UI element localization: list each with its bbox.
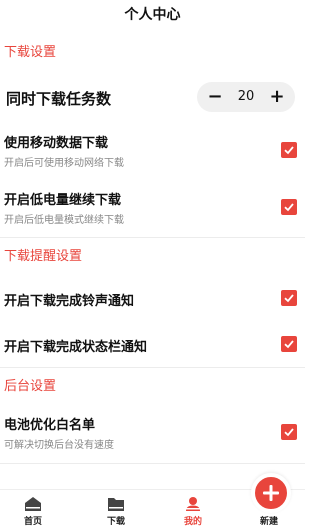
checkmark-icon bbox=[284, 340, 294, 349]
setting-mobile-data-title: 使用移动数据下载 bbox=[4, 136, 109, 151]
divider bbox=[0, 237, 305, 238]
tab-home[interactable]: 首页 bbox=[3, 490, 63, 530]
section-reminder-settings: 下载提醒设置 bbox=[4, 249, 83, 264]
divider bbox=[0, 367, 305, 368]
setting-low-power-title: 开启低电量继续下载 bbox=[4, 193, 122, 208]
concurrent-downloads-label: 同时下载任务数 bbox=[6, 90, 112, 108]
setting-battery-whitelist[interactable]: 电池优化白名单 可解决切换后台没有速度 bbox=[0, 414, 305, 454]
setting-battery-whitelist-title: 电池优化白名单 bbox=[4, 418, 96, 433]
checkmark-icon bbox=[284, 428, 294, 437]
tab-home-label: 首页 bbox=[23, 517, 42, 527]
low-power-checkbox[interactable] bbox=[281, 199, 297, 215]
page-title: 个人中心 bbox=[124, 7, 181, 23]
checkmark-icon bbox=[284, 146, 294, 155]
setting-statusbar-title: 开启下载完成状态栏通知 bbox=[4, 340, 148, 355]
mobile-data-checkbox[interactable] bbox=[281, 142, 297, 158]
setting-battery-whitelist-subtitle: 可解决切换后台没有速度 bbox=[4, 440, 114, 451]
concurrent-downloads-stepper[interactable]: − 20 + bbox=[197, 82, 295, 112]
home-icon bbox=[25, 497, 41, 511]
tab-mine-label: 我的 bbox=[183, 517, 202, 527]
section-download-settings: 下载设置 bbox=[4, 45, 57, 60]
section-background-settings: 后台设置 bbox=[4, 379, 57, 394]
setting-low-power-subtitle: 开启后低电量模式继续下载 bbox=[4, 215, 124, 226]
setting-low-power[interactable]: 开启低电量继续下载 开启后低电量模式继续下载 bbox=[0, 189, 305, 229]
concurrent-downloads-value: 20 bbox=[237, 89, 255, 104]
new-download-button[interactable] bbox=[251, 473, 291, 513]
divider bbox=[0, 463, 305, 464]
plus-icon bbox=[263, 485, 279, 501]
setting-ringtone[interactable]: 开启下载完成铃声通知 bbox=[0, 288, 305, 310]
setting-statusbar[interactable]: 开启下载完成状态栏通知 bbox=[0, 334, 305, 356]
statusbar-checkbox[interactable] bbox=[281, 336, 297, 352]
increment-button[interactable]: + bbox=[263, 82, 291, 112]
ringtone-checkbox[interactable] bbox=[281, 290, 297, 306]
setting-mobile-data[interactable]: 使用移动数据下载 开启后可使用移动网络下载 bbox=[0, 132, 305, 172]
folder-icon bbox=[108, 498, 124, 511]
battery-whitelist-checkbox[interactable] bbox=[281, 424, 297, 440]
user-icon bbox=[186, 497, 200, 511]
tab-download-label: 下载 bbox=[106, 517, 125, 527]
tab-new-label: 新建 bbox=[259, 517, 278, 527]
tab-download[interactable]: 下载 bbox=[86, 490, 146, 530]
tab-mine[interactable]: 我的 bbox=[163, 490, 223, 530]
setting-ringtone-title: 开启下载完成铃声通知 bbox=[4, 294, 135, 309]
bottom-tab-bar: 首页 下载 我的 新建 bbox=[0, 473, 305, 530]
checkmark-icon bbox=[284, 203, 294, 212]
checkmark-icon bbox=[284, 294, 294, 303]
setting-mobile-data-subtitle: 开启后可使用移动网络下载 bbox=[4, 158, 124, 169]
concurrent-downloads-row: 同时下载任务数 − 20 + bbox=[0, 80, 305, 116]
